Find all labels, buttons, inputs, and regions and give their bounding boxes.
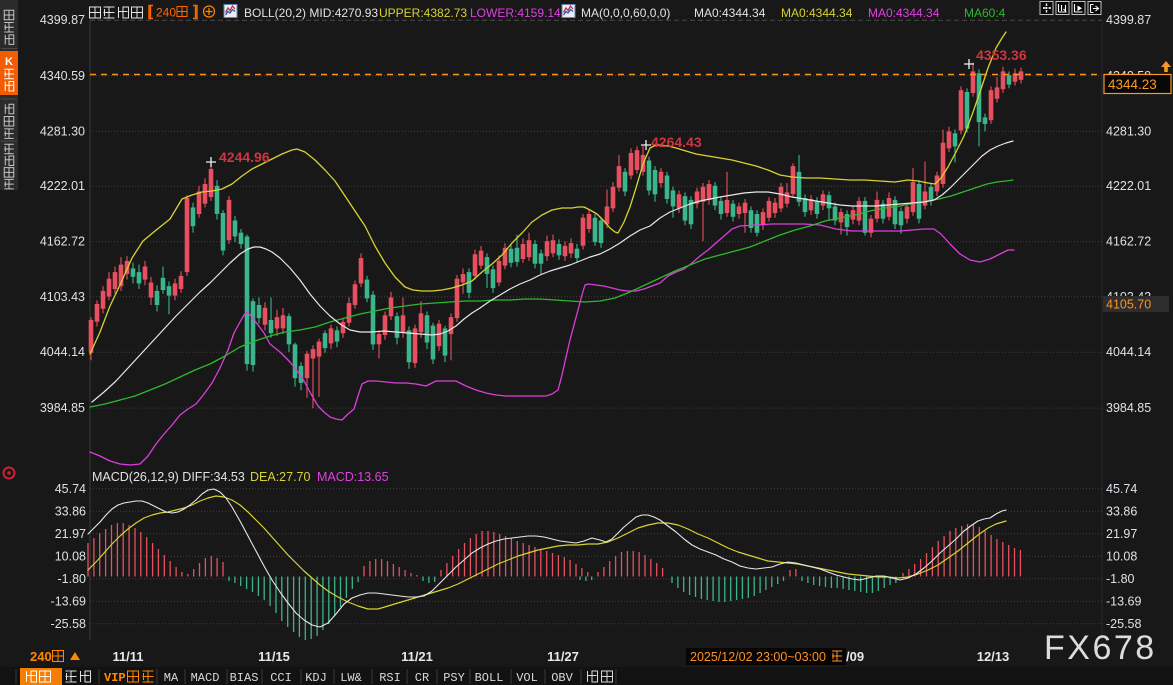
svg-text:RSI: RSI: [379, 671, 401, 685]
svg-text:LW&: LW&: [340, 671, 362, 685]
svg-text:11/11: 11/11: [112, 649, 143, 664]
svg-text:K: K: [5, 56, 13, 68]
svg-text:-13.69: -13.69: [1106, 594, 1141, 608]
svg-text:-1.80: -1.80: [1106, 572, 1135, 586]
svg-text:4244.96: 4244.96: [219, 149, 270, 165]
svg-text:LOWER:4159.14: LOWER:4159.14: [470, 6, 561, 20]
svg-text:45.74: 45.74: [1106, 482, 1137, 496]
svg-text:4105.70: 4105.70: [1106, 298, 1151, 312]
svg-text:MA0:4344.34: MA0:4344.34: [781, 6, 853, 20]
svg-text:4044.14: 4044.14: [1106, 345, 1151, 359]
svg-text:MACD: MACD: [191, 671, 220, 685]
svg-text:4222.01: 4222.01: [1106, 179, 1151, 193]
svg-text:11/27: 11/27: [547, 649, 579, 664]
svg-text:21.97: 21.97: [1106, 527, 1137, 541]
svg-text:4162.72: 4162.72: [40, 235, 85, 249]
svg-text:MACD(26,12,9) DIFF:34.53: MACD(26,12,9) DIFF:34.53: [92, 470, 245, 484]
svg-text:MA60:4: MA60:4: [964, 6, 1006, 20]
svg-text:FX678: FX678: [1044, 629, 1157, 667]
svg-text:DEA:27.70: DEA:27.70: [250, 470, 311, 484]
svg-text:4044.14: 4044.14: [40, 345, 85, 359]
svg-text:-1.80: -1.80: [58, 572, 87, 586]
svg-text:12/13: 12/13: [977, 649, 1010, 664]
svg-text:BOLL(20,2) MID:4270.93: BOLL(20,2) MID:4270.93: [244, 6, 378, 20]
svg-text:4399.87: 4399.87: [40, 13, 85, 27]
svg-text:33.86: 33.86: [55, 504, 86, 518]
svg-text:4399.87: 4399.87: [1106, 13, 1151, 27]
svg-text:240: 240: [30, 649, 52, 664]
svg-text:VOL: VOL: [516, 671, 538, 685]
svg-text:4281.30: 4281.30: [1106, 124, 1151, 138]
svg-text:3984.85: 3984.85: [40, 401, 85, 415]
svg-text:4344.23: 4344.23: [1108, 77, 1157, 92]
svg-text:MA(0,0,0,60,0,0): MA(0,0,0,60,0,0): [581, 6, 670, 20]
svg-text:240: 240: [156, 6, 176, 20]
svg-text:4103.43: 4103.43: [40, 290, 85, 304]
svg-text:MACD:13.65: MACD:13.65: [317, 470, 389, 484]
svg-text:MA0:4344.34: MA0:4344.34: [868, 6, 940, 20]
svg-text:BIAS: BIAS: [230, 671, 259, 685]
svg-text:2025/12/02 23:00~03:00: 2025/12/02 23:00~03:00: [690, 650, 826, 664]
svg-text:PSY: PSY: [443, 671, 465, 685]
svg-text:11/21: 11/21: [401, 649, 433, 664]
svg-text:OBV: OBV: [551, 671, 573, 685]
svg-text:10.08: 10.08: [55, 549, 86, 563]
svg-text:-25.58: -25.58: [51, 617, 86, 631]
svg-text:BOLL: BOLL: [475, 671, 504, 685]
svg-text:4162.72: 4162.72: [1106, 235, 1151, 249]
svg-text:4281.30: 4281.30: [40, 124, 85, 138]
svg-text:4353.36: 4353.36: [976, 47, 1027, 63]
svg-text:CR: CR: [415, 671, 429, 685]
svg-text:MA: MA: [164, 671, 179, 685]
svg-text:/09: /09: [846, 649, 864, 664]
svg-text:33.86: 33.86: [1106, 504, 1137, 518]
svg-text:11/15: 11/15: [258, 649, 290, 664]
svg-text:VIP: VIP: [104, 671, 126, 685]
svg-text:4340.59: 4340.59: [40, 69, 85, 83]
svg-text:3984.85: 3984.85: [1106, 401, 1151, 415]
svg-text:4264.43: 4264.43: [651, 134, 702, 150]
svg-text:UPPER:4382.73: UPPER:4382.73: [379, 6, 467, 20]
svg-text:10.08: 10.08: [1106, 549, 1137, 563]
svg-text:CCI: CCI: [270, 671, 292, 685]
svg-text:MA0:4344.34: MA0:4344.34: [694, 6, 766, 20]
svg-text:21.97: 21.97: [55, 527, 86, 541]
svg-text:45.74: 45.74: [55, 482, 86, 496]
svg-text:KDJ: KDJ: [305, 671, 327, 685]
svg-text:-13.69: -13.69: [51, 594, 86, 608]
svg-text:4222.01: 4222.01: [40, 179, 85, 193]
